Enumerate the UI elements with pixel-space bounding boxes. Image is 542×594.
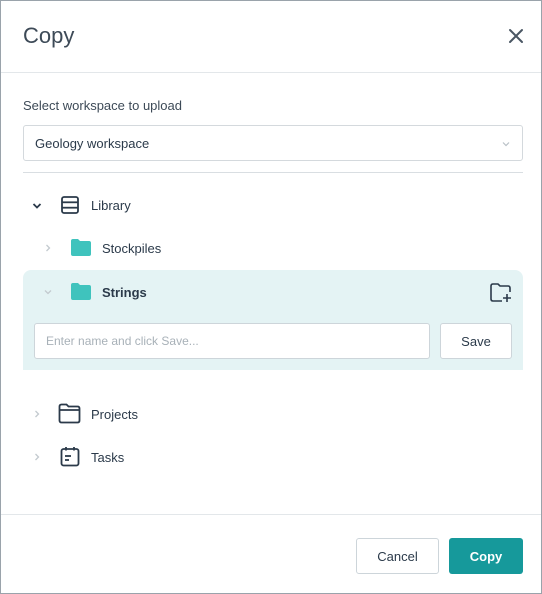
library-icon bbox=[61, 196, 79, 214]
tree-node-strings[interactable]: Strings bbox=[23, 274, 483, 310]
tree-node-stockpiles[interactable]: Stockpiles bbox=[23, 230, 523, 266]
tree-node-library[interactable]: Library bbox=[23, 187, 523, 223]
chevron-right-icon[interactable] bbox=[42, 242, 54, 254]
chevron-right-icon[interactable] bbox=[31, 451, 43, 463]
chevron-right-icon[interactable] bbox=[31, 408, 43, 420]
tree-node-label: Stockpiles bbox=[102, 241, 162, 256]
dialog-header: Copy bbox=[1, 1, 541, 73]
chevron-down-icon bbox=[502, 142, 510, 147]
tree-node-projects[interactable]: Projects bbox=[23, 396, 523, 432]
tree-node-tasks[interactable]: Tasks bbox=[23, 439, 523, 475]
divider bbox=[23, 172, 523, 173]
workspace-label: Select workspace to upload bbox=[23, 98, 182, 113]
cancel-button[interactable]: Cancel bbox=[356, 538, 439, 574]
workspace-select-value: Geology workspace bbox=[35, 136, 150, 151]
chevron-down-icon[interactable] bbox=[31, 200, 43, 212]
tree-node-label: Projects bbox=[91, 407, 138, 422]
folder-icon bbox=[71, 283, 91, 300]
add-folder-icon[interactable] bbox=[489, 282, 513, 304]
dialog-footer: Cancel Copy bbox=[1, 514, 541, 593]
tree-node-label: Tasks bbox=[91, 450, 125, 465]
copy-button[interactable]: Copy bbox=[449, 538, 523, 574]
tasks-icon bbox=[60, 447, 80, 467]
close-icon[interactable] bbox=[505, 25, 527, 47]
workspace-select[interactable]: Geology workspace bbox=[23, 125, 523, 161]
dialog-title: Copy bbox=[23, 23, 75, 48]
folder-name-input[interactable] bbox=[34, 323, 430, 359]
save-button[interactable]: Save bbox=[440, 323, 512, 359]
folder-outline-icon bbox=[58, 403, 81, 424]
folder-icon bbox=[71, 239, 91, 256]
tree-node-label: Strings bbox=[102, 285, 147, 300]
tree-node-label: Library bbox=[91, 198, 131, 213]
copy-dialog: Copy Select workspace to upload Geology … bbox=[0, 0, 542, 594]
chevron-down-icon[interactable] bbox=[42, 286, 54, 298]
